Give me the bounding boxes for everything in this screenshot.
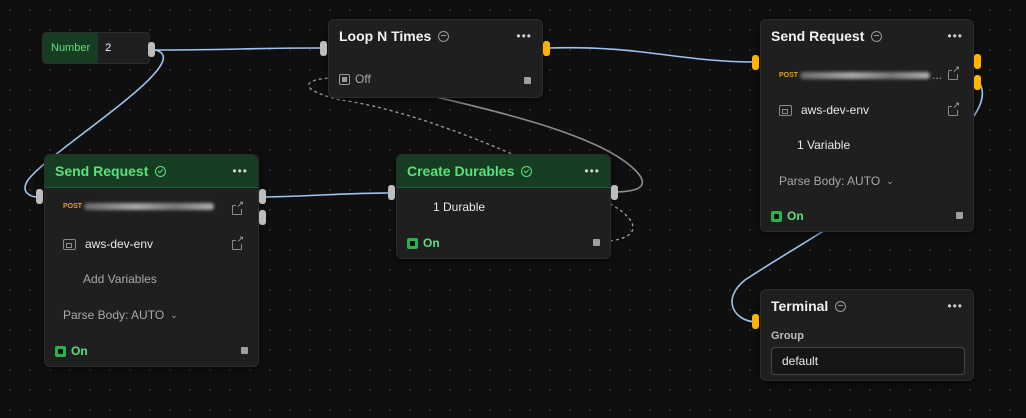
loop-toggle[interactable]: Off <box>339 72 371 86</box>
variable-count[interactable]: 1 Variable <box>797 138 850 152</box>
send-request-left-title: Send Request <box>55 163 149 179</box>
loop-node-title: Loop N Times <box>339 28 432 44</box>
blurred-url <box>800 71 931 79</box>
wire-loop-to-send-request-right <box>547 46 756 63</box>
send-request-right-url-row[interactable]: POST ... <box>779 68 942 82</box>
minus-circle-icon <box>438 30 450 42</box>
number-value[interactable]: 2 <box>98 42 111 54</box>
send-request-right-output-port[interactable] <box>974 54 981 69</box>
more-horizontal-icon[interactable]: ••• <box>516 30 532 42</box>
send-request-left-env-row[interactable]: aws-dev-env <box>63 237 153 251</box>
more-horizontal-icon[interactable]: ••• <box>947 30 963 42</box>
toggle-label: On <box>423 236 440 250</box>
send-request-left-toggle[interactable]: On <box>55 344 88 358</box>
send-request-right-env-row[interactable]: aws-dev-env <box>779 103 869 117</box>
wire-send-request-to-durables <box>264 192 392 198</box>
post-method-badge: POST <box>779 71 799 79</box>
toggle-icon <box>55 345 66 357</box>
send-request-right-header: Send Request ••• <box>761 20 973 52</box>
send-request-node-left[interactable]: Send Request ••• POST aws-dev-env Add Va… <box>44 154 259 367</box>
send-request-right-title: Send Request <box>771 28 865 44</box>
number-output-port[interactable] <box>148 42 155 57</box>
loop-toggle-label: Off <box>355 72 371 86</box>
chevron-down-icon: ⌄ <box>886 175 894 186</box>
toggle-icon <box>771 210 782 222</box>
create-durables-status-square <box>593 239 600 246</box>
send-request-node-right[interactable]: Send Request ••• POST ... aws-dev-env 1 … <box>760 19 974 232</box>
add-variables-button[interactable]: Add Variables <box>83 272 157 286</box>
create-durables-header: Create Durables ••• <box>397 155 610 188</box>
parse-body-label: Parse Body: AUTO <box>779 174 881 188</box>
send-request-left-output-port-2[interactable] <box>259 210 266 225</box>
more-horizontal-icon[interactable]: ••• <box>584 165 600 177</box>
environment-icon <box>63 238 76 250</box>
more-horizontal-icon[interactable]: ••• <box>947 300 963 312</box>
minus-circle-icon <box>871 30 883 42</box>
external-link-icon[interactable] <box>948 65 960 80</box>
post-method-badge: POST <box>63 203 83 210</box>
check-circle-icon <box>521 165 533 177</box>
parse-body-dropdown[interactable]: Parse Body: AUTO ⌄ <box>779 174 894 188</box>
create-durables-output-port[interactable] <box>611 185 618 200</box>
url-ellipsis: ... <box>932 68 943 82</box>
toggle-label: On <box>71 344 88 358</box>
environment-name: aws-dev-env <box>801 103 870 117</box>
external-link-icon[interactable] <box>232 235 244 250</box>
loop-off-icon <box>339 73 350 85</box>
external-link-icon[interactable] <box>948 101 960 116</box>
number-label: Number <box>43 33 99 63</box>
send-request-left-output-port[interactable] <box>259 189 266 204</box>
loop-status-square <box>524 77 531 84</box>
send-request-left-input-port[interactable] <box>36 189 43 204</box>
create-durables-node[interactable]: Create Durables ••• 1 Durable On <box>396 154 611 259</box>
more-horizontal-icon[interactable]: ••• <box>232 165 248 177</box>
terminal-title: Terminal <box>771 298 829 314</box>
send-request-right-input-port[interactable] <box>752 55 759 70</box>
minus-circle-icon <box>835 300 847 312</box>
environment-name: aws-dev-env <box>85 237 154 251</box>
number-node[interactable]: Number 2 <box>42 32 150 64</box>
send-request-left-header: Send Request ••• <box>45 155 258 188</box>
send-request-right-status-square <box>956 212 963 219</box>
loop-node-header: Loop N Times ••• <box>329 20 542 52</box>
send-request-right-toggle[interactable]: On <box>771 209 804 223</box>
create-durables-toggle[interactable]: On <box>407 236 440 250</box>
check-circle-icon <box>155 165 167 177</box>
send-request-left-url-row[interactable]: POST <box>63 203 215 210</box>
parse-body-dropdown[interactable]: Parse Body: AUTO ⌄ <box>63 308 178 322</box>
group-label: Group <box>771 330 804 342</box>
terminal-header: Terminal ••• <box>761 290 973 322</box>
terminal-input-port[interactable] <box>752 314 759 329</box>
send-request-left-status-square <box>241 347 248 354</box>
send-request-right-output-port-2[interactable] <box>974 75 981 90</box>
external-link-icon[interactable] <box>232 200 244 215</box>
loop-output-port[interactable] <box>543 41 550 56</box>
durable-count: 1 Durable <box>433 200 486 214</box>
loop-input-port[interactable] <box>320 41 327 56</box>
environment-icon <box>779 104 792 116</box>
toggle-icon <box>407 237 418 249</box>
group-input[interactable] <box>771 347 965 375</box>
terminal-node[interactable]: Terminal ••• Group <box>760 289 974 381</box>
blurred-url <box>84 203 215 210</box>
chevron-down-icon: ⌄ <box>170 309 178 320</box>
parse-body-label: Parse Body: AUTO <box>63 308 165 322</box>
wire-number-to-loop <box>154 47 324 51</box>
toggle-label: On <box>787 209 804 223</box>
create-durables-title: Create Durables <box>407 163 515 179</box>
loop-n-times-node[interactable]: Loop N Times ••• Off <box>328 19 543 98</box>
create-durables-input-port[interactable] <box>388 185 395 200</box>
